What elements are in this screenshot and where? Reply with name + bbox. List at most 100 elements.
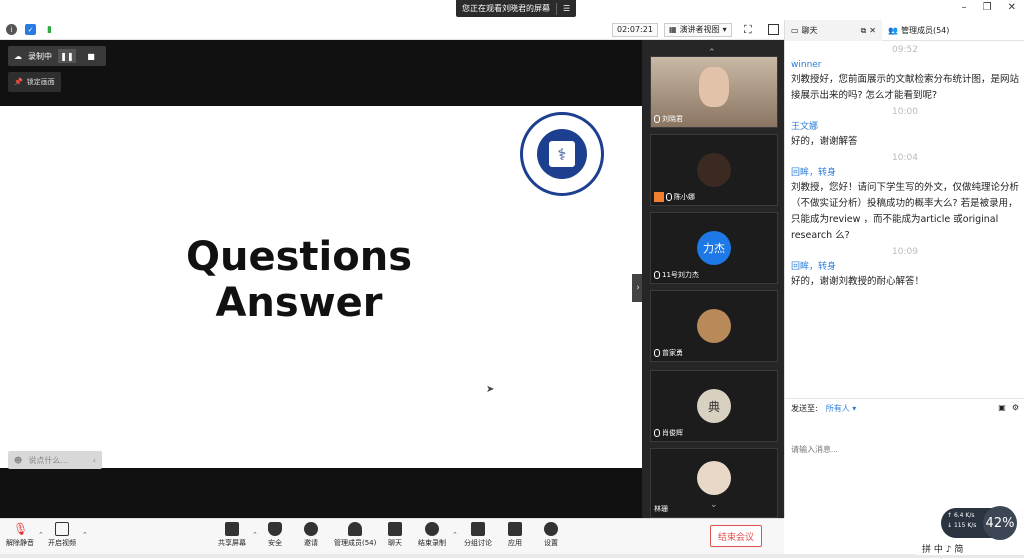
shield-icon[interactable]: ✓ [25, 24, 36, 35]
lock-screen-button[interactable]: 📌 锁定画面 [8, 72, 61, 92]
shield-icon [268, 522, 282, 536]
share-screen-button[interactable]: 共享屏幕 [218, 522, 246, 548]
add-user-icon [304, 522, 318, 536]
message-text: 刘教授，您好！请问下学生写的外文，仅做纯理论分析 （不做实证分析）投稿成功的概率… [791, 182, 1020, 241]
manage-members-button[interactable]: 管理成员(54) [334, 522, 376, 548]
tab-chat[interactable]: ▭ 聊天 ⧉ ✕ [785, 20, 882, 41]
participant-name: 陈小娜 [654, 192, 695, 202]
tab-members[interactable]: 👥 管理成员(54) [882, 20, 955, 41]
tab-members-label: 管理成员(54) [900, 26, 950, 35]
meeting-status-row: i ✓ ▮ 02:07:21 ▦ 演讲者视图 ▾ ⛶ [0, 20, 784, 40]
send-target-text: 所有人 [825, 404, 850, 413]
apps-button[interactable]: 应用 [508, 522, 522, 548]
status-icons: i ✓ ▮ [6, 24, 55, 35]
participant-face [699, 67, 729, 107]
message-text: 好的，谢谢解答 [791, 136, 858, 147]
download-unit: K/s [967, 522, 977, 529]
chat-message-input[interactable] [791, 419, 1019, 479]
chevron-left-icon[interactable]: ‹ [93, 456, 96, 465]
input-method-bar[interactable]: 拼 中 ♪ 简 [916, 541, 1024, 555]
layout-icon[interactable] [768, 24, 779, 35]
chevron-up-icon[interactable]: ⌃ [38, 531, 44, 539]
breakout-icon [471, 522, 485, 536]
chevron-up-icon[interactable]: ⌃ [452, 531, 458, 539]
participant-name-text: 陈小娜 [674, 193, 695, 201]
participant-tile[interactable]: 力杰 11号刘力杰 [650, 212, 778, 284]
avatar: 力杰 [697, 231, 731, 265]
download-value: 115 [953, 522, 966, 529]
unmute-button[interactable]: 🎙 解除静音 [6, 522, 34, 548]
pin-icon: 📌 [14, 78, 23, 86]
message-text: 刘教授好，您前面展示的文献检索分布统计图，是网站 接展示出来的吗? 怎么才能看到… [791, 74, 1020, 101]
security-button[interactable]: 安全 [268, 522, 282, 548]
chat-button[interactable]: 聊天 [388, 522, 402, 548]
participant-tile[interactable]: 曾家勇 [650, 290, 778, 362]
end-meeting-button[interactable]: 结束会议 [710, 525, 762, 547]
security-label: 安全 [268, 539, 282, 547]
recording-label: 录制中 [28, 51, 52, 61]
info-icon[interactable]: i [6, 24, 17, 35]
message-sender[interactable]: winner [791, 58, 1019, 72]
minimize-icon[interactable]: – [962, 2, 967, 13]
invite-button[interactable]: 邀请 [304, 522, 318, 548]
participant-tile[interactable]: 刘晓君 [650, 56, 778, 128]
chevron-up-icon[interactable]: ⌃ [252, 531, 258, 539]
avatar [697, 153, 731, 187]
image-icon[interactable]: ▣ [998, 403, 1006, 412]
participant-tile[interactable]: 陈小娜 [650, 134, 778, 206]
signal-icon[interactable]: ▮ [44, 24, 55, 35]
message-sender[interactable]: 回眸，转身 [791, 260, 1019, 274]
settings-button[interactable]: 设置 [544, 522, 558, 548]
speaker-view-button[interactable]: ▦ 演讲者视图 ▾ [664, 23, 732, 37]
chat-divider [785, 398, 1024, 399]
message-sender[interactable]: 回眸，转身 [791, 166, 1019, 180]
scroll-down-icon[interactable]: ⌄ [710, 500, 718, 510]
participant-name-text: 11号刘力杰 [662, 271, 699, 279]
meeting-timer: 02:07:21 [612, 23, 658, 37]
mic-icon [666, 193, 672, 201]
restore-icon[interactable]: ❐ [983, 2, 992, 13]
seal-inner: ⚕ [537, 129, 587, 179]
banner-divider [556, 2, 557, 15]
chat-message: 09:52 winner 刘教授好，您前面展示的文献检索分布统计图，是网站 接展… [791, 44, 1019, 104]
participant-tile[interactable]: 典 肖俊辉 [650, 370, 778, 442]
camera-off-icon [55, 522, 69, 536]
participant-name-text: 肖俊辉 [662, 429, 683, 437]
recording-indicator: ☁ 录制中 ❚❚ ■ [8, 46, 106, 66]
slide-title: Questions Answer [0, 234, 598, 326]
meeting-control-bar: 🎙 解除静音 ⌃ 开启视频 ⌃ 共享屏幕 ⌃ 安全 邀请 管理成员(54) 聊天… [0, 518, 784, 554]
pause-recording-button[interactable]: ❚❚ [58, 49, 76, 63]
tab-chat-label: 聊天 [801, 26, 818, 35]
start-video-button[interactable]: 开启视频 [48, 522, 76, 548]
user-badge-icon [654, 192, 664, 202]
grid-icon: ▦ [669, 25, 677, 34]
message-time: 10:04 [892, 153, 918, 163]
chat-message: 10:09 回眸，转身 好的，谢谢刘教授的耐心解答！ [791, 246, 1019, 290]
user-settings-icon[interactable]: ⚙ [1012, 403, 1019, 412]
end-recording-button[interactable]: 结束录制 [418, 522, 446, 548]
quick-chat-input[interactable]: ☻ 说点什么... ‹ [8, 451, 102, 469]
popout-icon[interactable]: ⧉ [861, 26, 867, 36]
message-text: 好的，谢谢刘教授的耐心解答！ [791, 276, 925, 287]
close-icon[interactable]: ✕ [1008, 2, 1016, 13]
fullscreen-icon[interactable]: ⛶ [744, 23, 752, 37]
message-sender[interactable]: 王文娜 [791, 120, 1019, 134]
emoji-icon[interactable]: ☻ [14, 456, 22, 465]
close-icon[interactable]: ✕ [869, 26, 876, 35]
network-percent-badge[interactable]: 42% [983, 506, 1017, 540]
breakout-label: 分组讨论 [464, 539, 492, 547]
video-label: 开启视频 [48, 539, 76, 547]
record-stop-icon [425, 522, 439, 536]
stop-recording-button[interactable]: ■ [82, 49, 100, 63]
chat-panel: ▭ 聊天 ⧉ ✕ 👥 管理成员(54) 09:52 winner 刘教授好，您前… [784, 20, 1024, 540]
chat-message: 10:00 王文娜 好的，谢谢解答 [791, 106, 1019, 150]
upload-unit: K/s [965, 512, 975, 519]
send-target-select[interactable]: 所有人 ▾ [826, 403, 857, 414]
mic-icon [654, 349, 660, 357]
menu-icon[interactable]: ☰ [563, 4, 570, 13]
chevron-up-icon[interactable]: ⌃ [82, 531, 88, 539]
seal-emblem: ⚕ [549, 141, 575, 167]
mic-icon [654, 271, 660, 279]
viewing-screen-banner[interactable]: 您正在观看刘晓君的屏幕 ☰ [456, 0, 577, 17]
breakout-rooms-button[interactable]: 分组讨论 [464, 522, 492, 548]
